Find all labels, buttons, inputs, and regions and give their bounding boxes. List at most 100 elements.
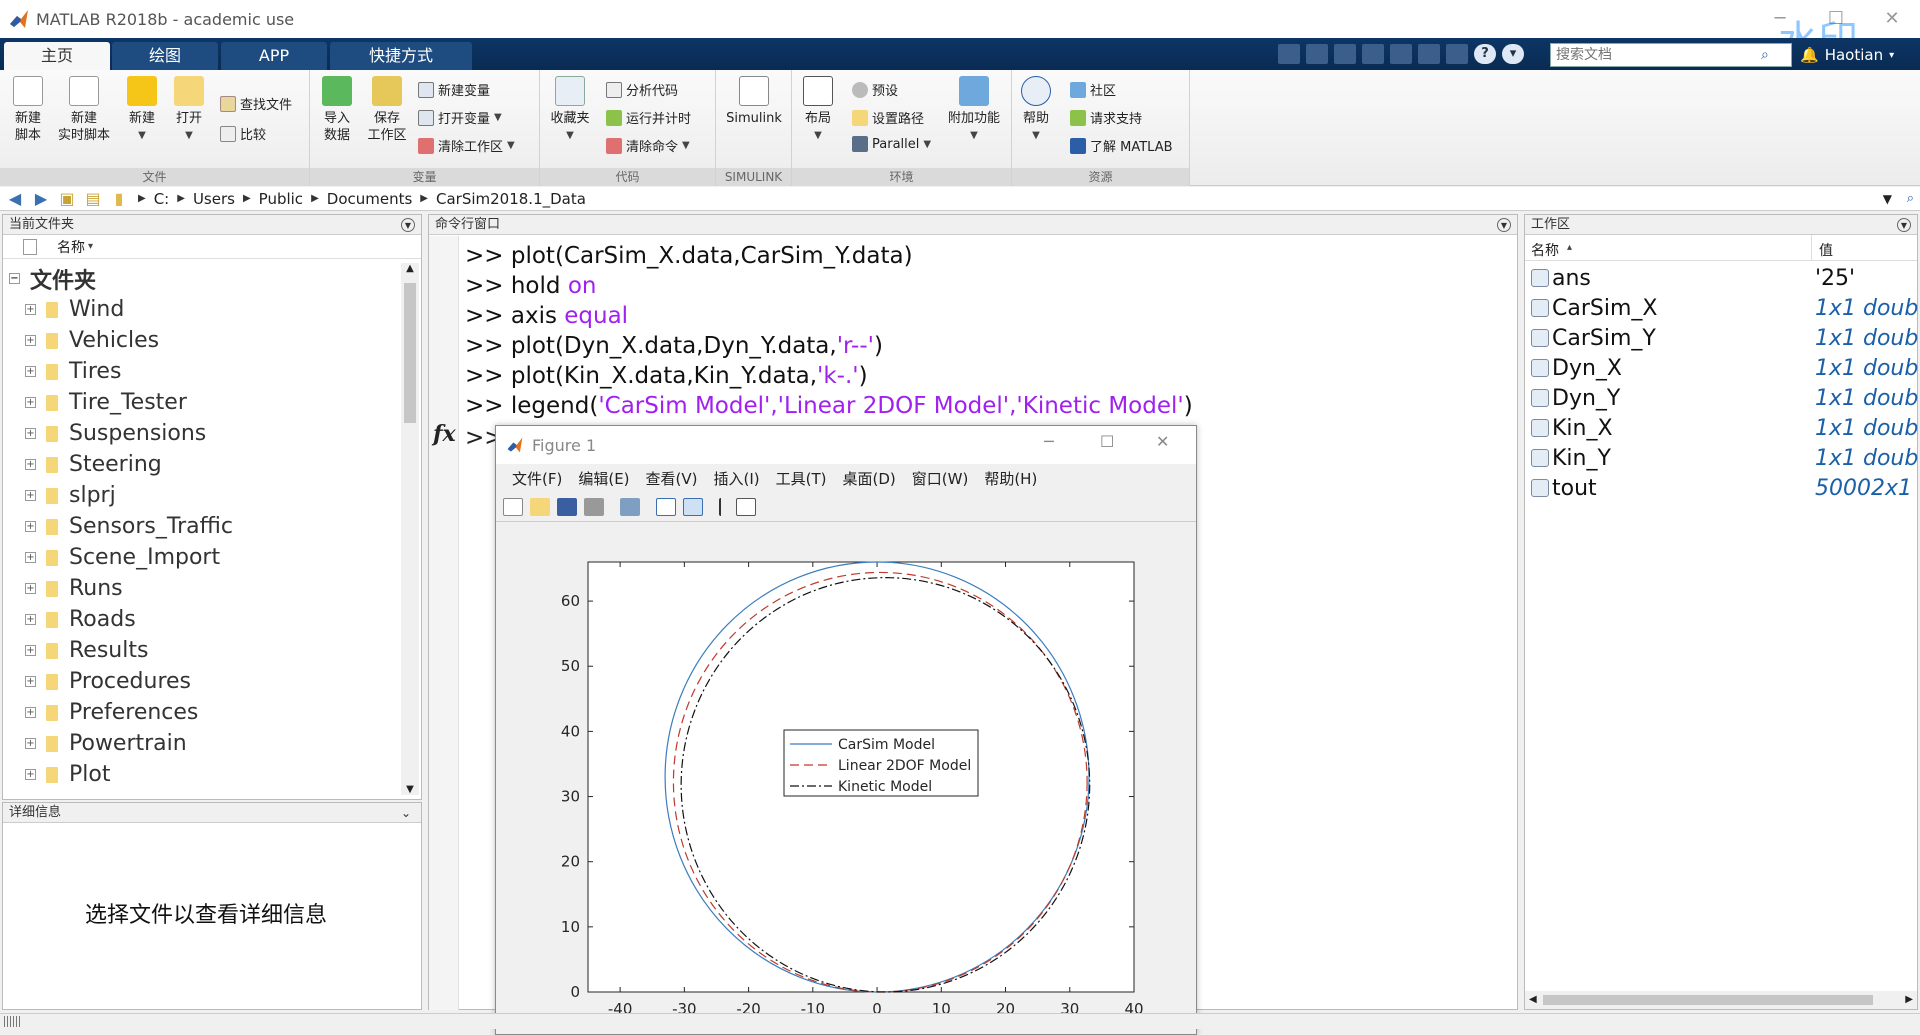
folder-scrollbar[interactable]: ▲ ▼	[401, 263, 419, 795]
user-account[interactable]: 🔔 Haotian ▾	[1800, 46, 1894, 64]
folder-item[interactable]: + slprj	[3, 480, 116, 511]
addons-button[interactable]: 附加功能 ▼	[946, 76, 1002, 144]
cut-icon[interactable]	[1306, 44, 1328, 64]
browse-folder-icon[interactable]: ▤	[82, 189, 104, 208]
folder-item[interactable]: + Tire_Tester	[3, 387, 187, 418]
crumb-documents[interactable]: Documents	[327, 190, 413, 208]
folder-item[interactable]: + Roads	[3, 604, 136, 635]
simulink-button[interactable]: Simulink	[726, 76, 782, 127]
figure-close-icon[interactable]: ✕	[1156, 432, 1169, 451]
tab-home[interactable]: 主页	[4, 42, 110, 70]
address-search-icon[interactable]: ⌕	[1907, 191, 1914, 206]
property-inspector-icon[interactable]	[736, 497, 756, 516]
figure-menu-item[interactable]: 文件(F)	[512, 468, 562, 489]
help-button[interactable]: 帮助 ▼	[1018, 76, 1054, 144]
paste-icon[interactable]	[1362, 44, 1384, 64]
figure-menu-item[interactable]: 工具(T)	[776, 468, 827, 489]
figure-minimize-icon[interactable]: ─	[1044, 432, 1054, 451]
new-variable-button[interactable]: 新建变量	[418, 80, 490, 99]
expand-icon[interactable]: +	[25, 676, 36, 687]
learn-matlab-button[interactable]: 了解 MATLAB	[1070, 136, 1173, 155]
find-files-button[interactable]: 查找文件	[220, 94, 292, 113]
open-file-icon[interactable]	[530, 497, 550, 516]
folder-root[interactable]: − 文件夹	[3, 263, 96, 294]
scroll-left-icon[interactable]: ◀	[1529, 994, 1537, 1005]
figure-maximize-icon[interactable]: ☐	[1100, 432, 1114, 451]
folder-item[interactable]: + Runs	[3, 573, 123, 604]
crumb-carsim[interactable]: CarSim2018.1_Data	[436, 190, 586, 208]
new-live-script-button[interactable]: 新建 实时脚本	[56, 76, 112, 144]
save-figure-icon[interactable]	[557, 497, 577, 516]
switch-windows-icon[interactable]	[1446, 44, 1468, 64]
folder-item[interactable]: + Steering	[3, 449, 162, 480]
workspace-variable-row[interactable]: Kin_Y 1x1 doub	[1525, 443, 1918, 473]
details-chevron-icon[interactable]: ⌄	[401, 803, 411, 823]
crumb-drive[interactable]: C:	[154, 190, 170, 208]
expand-icon[interactable]: +	[25, 459, 36, 470]
workspace-variable-row[interactable]: CarSim_Y 1x1 doub	[1525, 323, 1918, 353]
workspace-variable-row[interactable]: Dyn_X 1x1 doub	[1525, 353, 1918, 383]
workspace-column-header[interactable]: 名称 ▴ 值	[1525, 235, 1917, 261]
pointer-icon[interactable]	[719, 497, 729, 516]
folder-item[interactable]: + Preferences	[3, 697, 198, 728]
tab-apps[interactable]: APP	[221, 42, 327, 70]
bell-icon[interactable]: 🔔	[1800, 46, 1819, 64]
scroll-thumb[interactable]	[404, 283, 416, 423]
fx-icon[interactable]: fx	[433, 421, 456, 447]
folder-item[interactable]: + Plot	[3, 759, 110, 790]
expand-icon[interactable]: +	[25, 428, 36, 439]
dropdown-icon[interactable]: ▾	[1502, 44, 1524, 64]
crumb-users[interactable]: Users	[193, 190, 235, 208]
colorbar-icon[interactable]	[656, 497, 676, 516]
expand-icon[interactable]: +	[25, 738, 36, 749]
search-icon[interactable]: ⌕	[1761, 47, 1769, 63]
save-icon[interactable]	[1278, 44, 1300, 64]
workspace-variable-row[interactable]: Dyn_Y 1x1 doub	[1525, 383, 1918, 413]
request-support-button[interactable]: 请求支持	[1070, 108, 1142, 127]
run-and-time-button[interactable]: 运行并计时	[606, 108, 691, 127]
expand-icon[interactable]: +	[25, 521, 36, 532]
help-icon[interactable]: ?	[1474, 44, 1496, 64]
close-icon[interactable]: ✕	[1864, 0, 1920, 38]
new-figure-icon[interactable]	[503, 497, 523, 516]
copy-icon[interactable]	[1334, 44, 1356, 64]
expand-icon[interactable]: +	[25, 304, 36, 315]
tab-plots[interactable]: 绘图	[112, 42, 218, 70]
scroll-up-icon[interactable]: ▲	[401, 263, 419, 274]
figure-menu-item[interactable]: 插入(I)	[714, 468, 760, 489]
expand-icon[interactable]: +	[25, 397, 36, 408]
search-input[interactable]	[1551, 47, 1761, 63]
figure-menu-item[interactable]: 查看(V)	[646, 468, 698, 489]
analyze-code-button[interactable]: 分析代码	[606, 80, 678, 99]
search-documentation[interactable]: ⌕	[1550, 43, 1792, 67]
save-workspace-button[interactable]: 保存 工作区	[364, 76, 410, 144]
folder-item[interactable]: + Scene_Import	[3, 542, 220, 573]
compare-button[interactable]: 比较	[220, 124, 266, 143]
up-folder-icon[interactable]: ▣	[56, 189, 78, 208]
expand-icon[interactable]: +	[25, 552, 36, 563]
open-variable-button[interactable]: 打开变量 ▼	[418, 108, 502, 127]
link-plot-icon[interactable]	[620, 497, 640, 516]
crumb-public[interactable]: Public	[259, 190, 303, 208]
folder-item[interactable]: + Powertrain	[3, 728, 187, 759]
parallel-button[interactable]: Parallel ▼	[852, 136, 931, 152]
layout-button[interactable]: 布局 ▼	[800, 76, 836, 144]
folder-item[interactable]: + Sensors_Traffic	[3, 511, 233, 542]
expand-icon[interactable]: +	[25, 645, 36, 656]
panel-menu-icon[interactable]: ▼	[1897, 218, 1911, 232]
redo-icon[interactable]	[1418, 44, 1440, 64]
address-dropdown-icon[interactable]: ▼	[1883, 192, 1892, 206]
import-data-button[interactable]: 导入 数据	[318, 76, 356, 144]
community-button[interactable]: 社区	[1070, 80, 1116, 99]
folder-item[interactable]: + Wind	[3, 294, 124, 325]
legend-toggle-icon[interactable]	[683, 497, 703, 516]
undo-icon[interactable]	[1390, 44, 1412, 64]
folder-item[interactable]: + Procedures	[3, 666, 191, 697]
expand-icon[interactable]: +	[25, 490, 36, 501]
figure-menu-item[interactable]: 帮助(H)	[984, 468, 1037, 489]
favorites-button[interactable]: 收藏夹 ▼	[548, 76, 592, 144]
figure-menu-item[interactable]: 编辑(E)	[578, 468, 629, 489]
folder-item[interactable]: + Suspensions	[3, 418, 206, 449]
scroll-right-icon[interactable]: ▶	[1905, 994, 1913, 1005]
clear-workspace-button[interactable]: 清除工作区 ▼	[418, 136, 515, 155]
